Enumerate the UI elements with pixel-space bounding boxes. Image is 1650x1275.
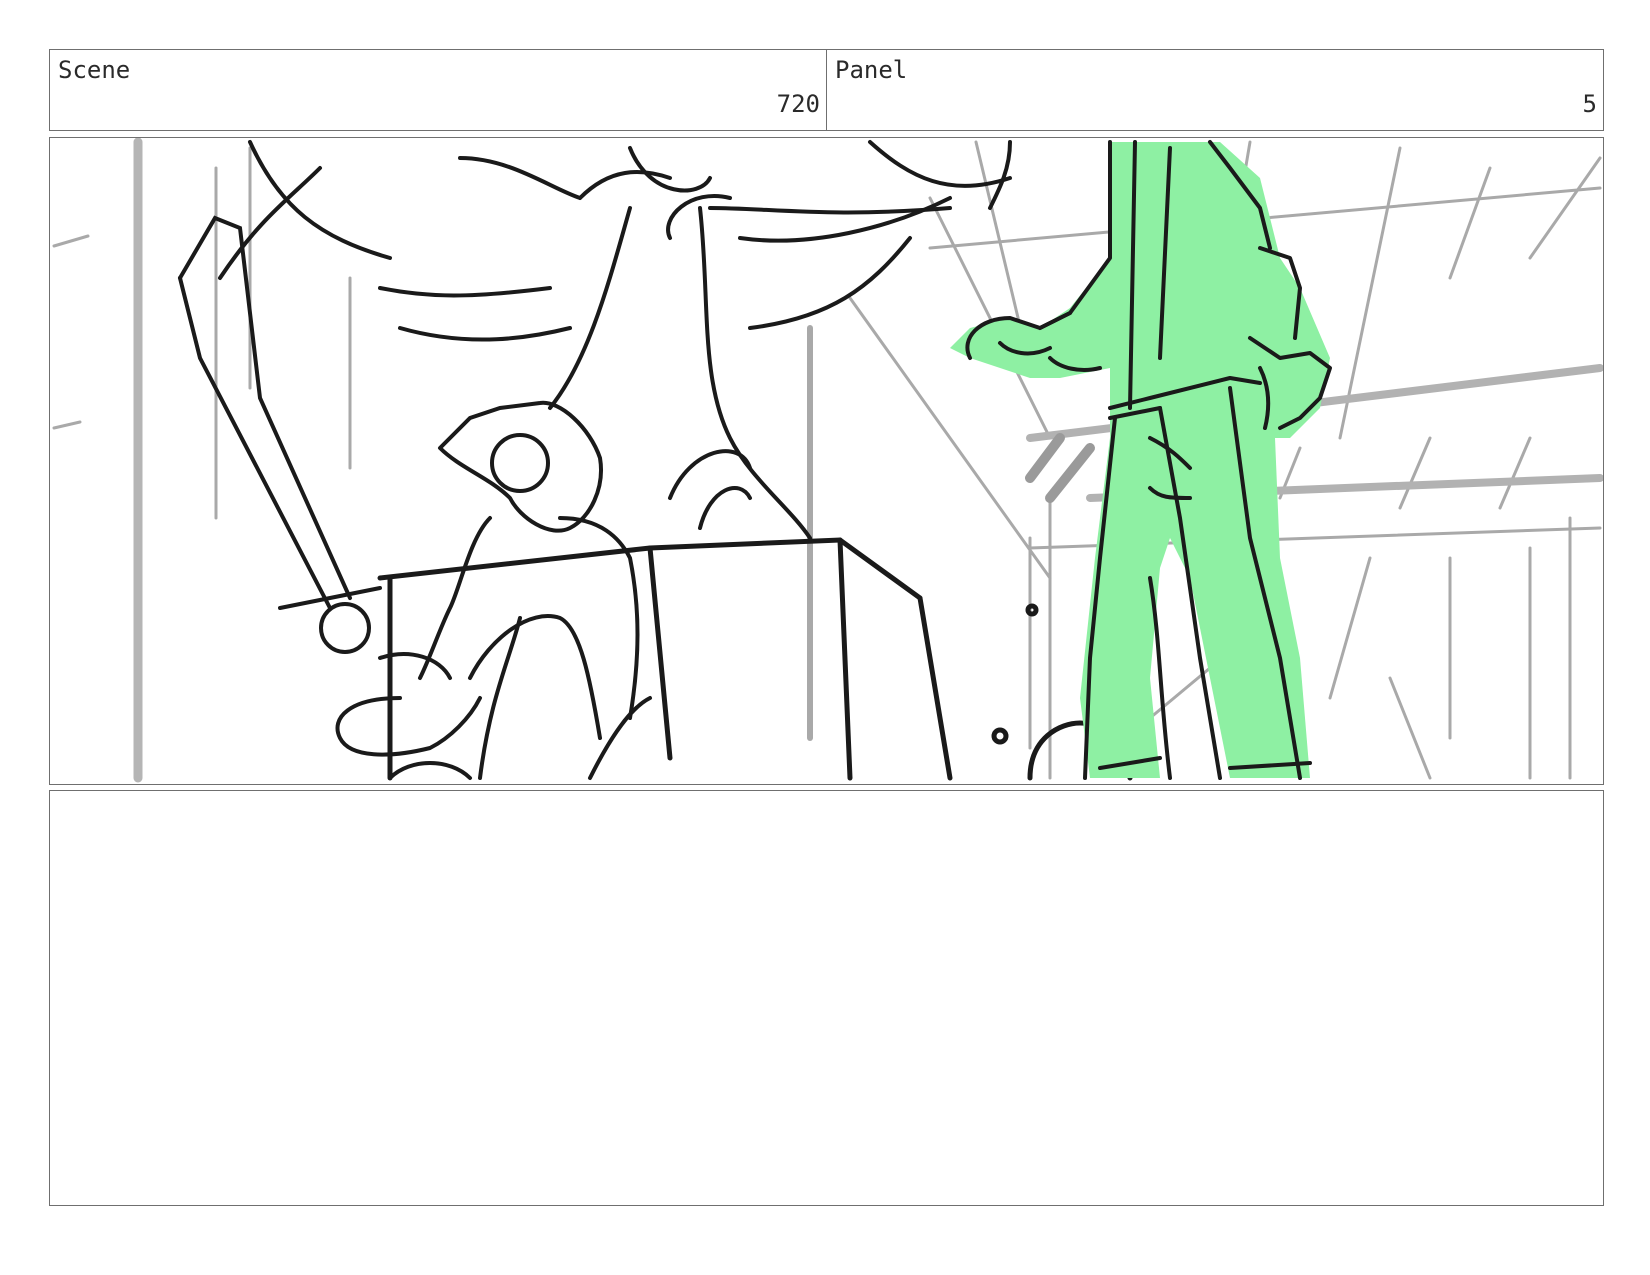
panel-label: Panel <box>835 56 908 84</box>
scene-number: 720 <box>776 90 820 118</box>
panel-number: 5 <box>1582 90 1597 118</box>
standing-figure-fill <box>950 142 1330 778</box>
tree-sketch <box>218 140 1012 540</box>
standing-figure <box>950 140 1332 780</box>
storyboard-frame <box>49 137 1604 785</box>
storyboard-sketch <box>52 138 1603 783</box>
panel-cell: Panel 5 <box>826 49 1604 131</box>
seated-figure-sketch <box>335 400 652 780</box>
scene-cell: Scene 720 <box>49 49 827 131</box>
notes-box <box>49 790 1604 1206</box>
scene-label: Scene <box>58 56 131 84</box>
crate-sketch <box>377 537 953 781</box>
